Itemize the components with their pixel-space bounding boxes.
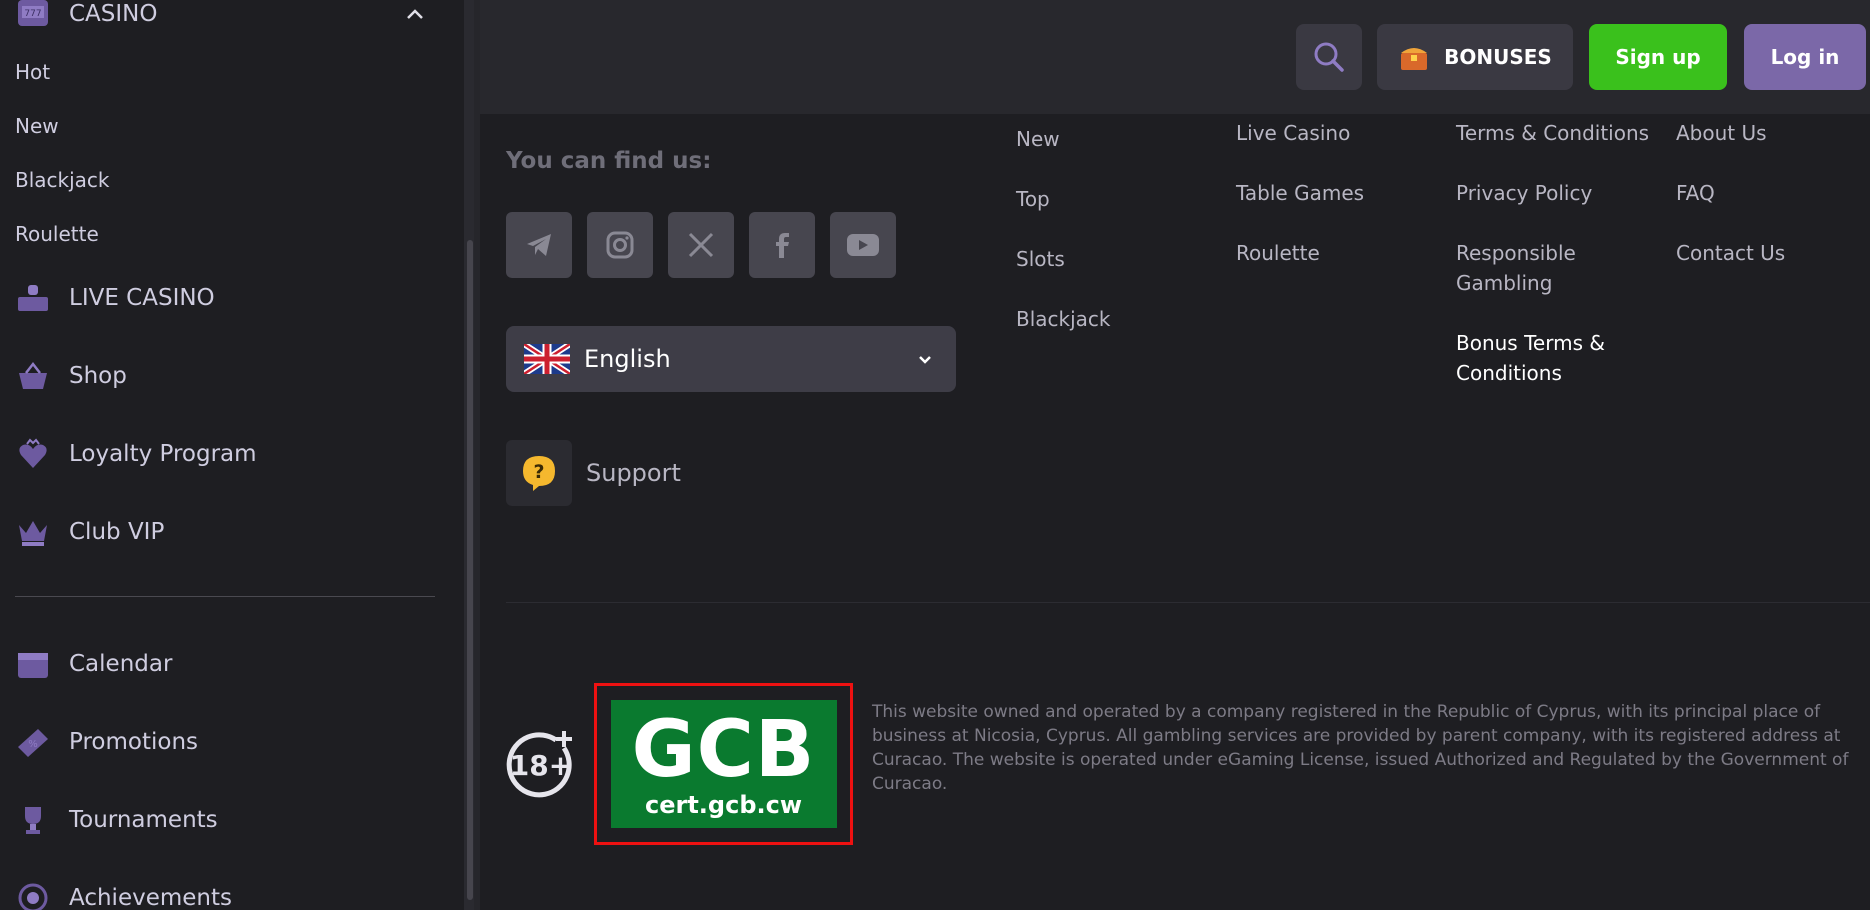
footer-link-top[interactable]: Top (1016, 184, 1050, 214)
ticket-icon: % (15, 724, 51, 760)
top-header: BONUSES Sign up Log in (480, 0, 1870, 114)
footer-link-about-us[interactable]: About Us (1676, 118, 1767, 148)
trophy-icon (15, 802, 51, 838)
chevron-up-icon[interactable] (404, 4, 426, 26)
login-button[interactable]: Log in (1744, 24, 1866, 90)
sidebar-item-label: Shop (69, 363, 127, 389)
facebook-link[interactable] (749, 212, 815, 278)
support-label: Support (586, 459, 681, 487)
footer-link-live-casino[interactable]: Live Casino (1236, 118, 1350, 148)
gcb-url: cert.gcb.cw (644, 791, 803, 819)
sidebar-sub-new[interactable]: New (15, 114, 59, 138)
youtube-icon (847, 234, 879, 256)
sidebar-item-calendar[interactable]: Calendar (15, 644, 172, 684)
footer-link-blackjack[interactable]: Blackjack (1016, 304, 1111, 334)
footer-link-roulette[interactable]: Roulette (1236, 238, 1320, 268)
gcb-license-badge[interactable]: GCB cert.gcb.cw (594, 683, 853, 845)
basket-icon (15, 358, 51, 394)
sidebar-item-club-vip[interactable]: Club VIP (15, 512, 164, 552)
footer-link-faq[interactable]: FAQ (1676, 178, 1715, 208)
sidebar-item-casino[interactable]: 777 CASINO (15, 0, 158, 34)
language-label: English (584, 345, 671, 373)
sidebar-item-label: Tournaments (69, 807, 218, 833)
search-icon (1314, 42, 1344, 72)
support-link[interactable]: ? Support (506, 440, 681, 506)
youtube-link[interactable] (830, 212, 896, 278)
svg-text:777: 777 (24, 9, 41, 19)
sidebar-sub-roulette[interactable]: Roulette (15, 222, 99, 246)
instagram-icon (606, 231, 634, 259)
age-label: 18+ (510, 749, 572, 782)
slot-machine-icon: 777 (15, 0, 51, 32)
main-content: BONUSES Sign up Log in You can find us: … (480, 0, 1870, 910)
footer-link-contact-us[interactable]: Contact Us (1676, 238, 1785, 268)
sidebar-item-live-casino[interactable]: LIVE CASINO (15, 278, 215, 318)
footer-link-responsible-gambling[interactable]: Responsible Gambling (1456, 238, 1606, 298)
signup-button[interactable]: Sign up (1589, 24, 1727, 90)
x-icon (688, 232, 714, 258)
telegram-icon (527, 234, 551, 256)
search-button[interactable] (1296, 24, 1362, 90)
gcb-title: GCB (631, 705, 816, 795)
target-icon (15, 880, 51, 910)
support-icon-box: ? (506, 440, 572, 506)
svg-text:%: % (28, 739, 38, 750)
footer-link-terms[interactable]: Terms & Conditions (1456, 118, 1649, 148)
sidebar: 777 CASINO Hot New Blackjack Roulette LI… (0, 0, 470, 910)
x-link[interactable] (668, 212, 734, 278)
sidebar-sub-blackjack[interactable]: Blackjack (15, 168, 110, 192)
find-us-heading: You can find us: (506, 148, 712, 174)
sidebar-sub-hot[interactable]: Hot (15, 60, 50, 84)
telegram-link[interactable] (506, 212, 572, 278)
chevron-down-icon (919, 356, 931, 364)
heart-crown-icon (15, 436, 51, 472)
footer-link-bonus-terms[interactable]: Bonus Terms & Conditions (1456, 328, 1626, 388)
sidebar-item-label: LIVE CASINO (69, 285, 215, 311)
bonuses-button[interactable]: BONUSES (1377, 24, 1573, 90)
instagram-link[interactable] (587, 212, 653, 278)
legal-text: This website owned and operated by a com… (872, 702, 1849, 794)
sidebar-divider (15, 596, 435, 597)
sidebar-casino-label: CASINO (69, 1, 158, 27)
uk-flag-icon (524, 344, 570, 374)
facebook-icon (776, 233, 789, 258)
footer-link-new[interactable]: New (1016, 124, 1060, 154)
sidebar-item-shop[interactable]: Shop (15, 356, 127, 396)
age-restriction-badge: 18+ (506, 728, 578, 804)
gcb-logo: GCB cert.gcb.cw (610, 700, 837, 828)
language-select[interactable]: English (506, 326, 956, 392)
crown-icon (15, 514, 51, 550)
calendar-icon (15, 646, 51, 682)
age-18-icon: 18+ (506, 731, 572, 798)
sidebar-item-promotions[interactable]: % Promotions (15, 722, 198, 762)
sidebar-item-label: Loyalty Program (69, 441, 257, 467)
bonuses-label: BONUSES (1444, 45, 1552, 69)
footer-link-privacy[interactable]: Privacy Policy (1456, 178, 1592, 208)
sidebar-item-label: Promotions (69, 729, 199, 755)
svg-text:?: ? (533, 461, 544, 483)
sidebar-scroll-thumb[interactable] (467, 240, 473, 900)
sidebar-item-label: Achievements (69, 885, 232, 910)
sidebar-item-label: Calendar (69, 651, 173, 677)
footer-link-slots[interactable]: Slots (1016, 244, 1065, 274)
treasure-chest-icon (1401, 48, 1428, 70)
sidebar-item-achievements[interactable]: Achievements (15, 878, 232, 910)
support-icon: ? (523, 456, 555, 491)
live-casino-icon (15, 280, 51, 316)
sidebar-item-tournaments[interactable]: Tournaments (15, 800, 218, 840)
sidebar-item-loyalty[interactable]: Loyalty Program (15, 434, 257, 474)
footer-divider (506, 602, 1870, 603)
sidebar-item-label: Club VIP (69, 519, 165, 545)
footer-link-table-games[interactable]: Table Games (1236, 178, 1364, 208)
